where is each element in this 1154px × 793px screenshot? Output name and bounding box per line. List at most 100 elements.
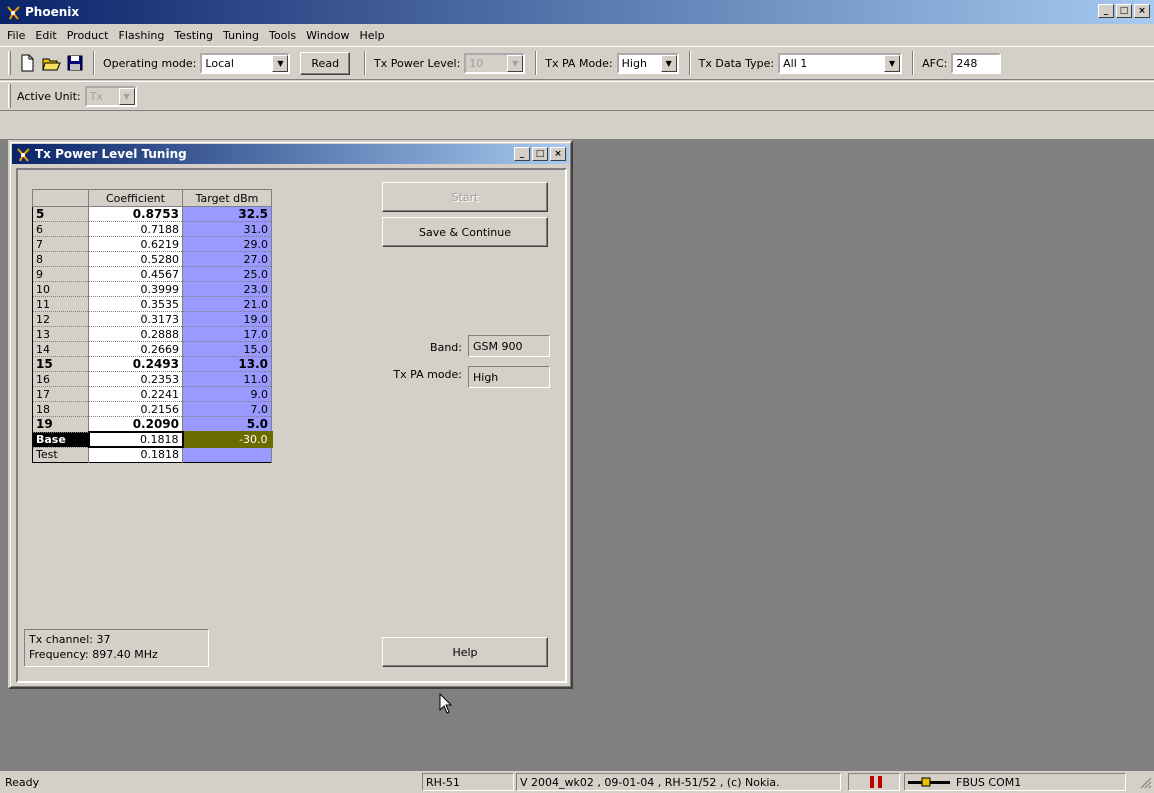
table-row[interactable]: 14 0.2669 15.0 — [32, 341, 272, 357]
coefficient-cell[interactable]: 0.2241 — [88, 386, 183, 402]
target-cell[interactable]: 17.0 — [182, 326, 272, 342]
coefficient-cell[interactable]: 0.2493 — [88, 356, 183, 372]
target-cell[interactable]: 19.0 — [182, 311, 272, 327]
help-button[interactable]: Help — [382, 637, 548, 667]
toolbar-separator — [688, 51, 691, 75]
read-button[interactable]: Read — [300, 51, 351, 75]
target-cell[interactable]: 9.0 — [182, 386, 272, 402]
table-row[interactable]: 13 0.2888 17.0 — [32, 326, 272, 342]
menu-file[interactable]: File — [2, 29, 30, 42]
table-row[interactable]: 8 0.5280 27.0 — [32, 251, 272, 267]
coefficient-cell[interactable]: 0.3999 — [88, 281, 183, 297]
coefficient-cell[interactable]: 0.3535 — [88, 296, 183, 312]
maximize-button[interactable]: □ — [1116, 4, 1132, 18]
save-disk-icon[interactable] — [65, 53, 85, 73]
coefficient-cell[interactable]: 0.2669 — [88, 341, 183, 357]
coefficient-cell[interactable]: 0.7188 — [88, 221, 183, 237]
power-level-table[interactable]: Coefficient Target dBm 5 0.8753 32.5 6 0.718… — [32, 189, 273, 463]
menu-window[interactable]: Window — [301, 29, 354, 42]
afc-input[interactable]: 248 — [951, 52, 1002, 74]
resize-grip-icon[interactable] — [1138, 775, 1152, 789]
table-row[interactable]: 7 0.6219 29.0 — [32, 236, 272, 252]
coefficient-cell[interactable]: 0.3173 — [88, 311, 183, 327]
table-row[interactable]: 9 0.4567 25.0 — [32, 266, 272, 282]
row-header: 17 — [32, 386, 89, 402]
coefficient-cell[interactable]: 0.2090 — [88, 416, 183, 433]
table-row[interactable]: 6 0.7188 31.0 — [32, 221, 272, 237]
tx-power-level-select[interactable]: 10 ▼ — [464, 52, 526, 74]
app-title-bar[interactable]: Phoenix _ □ × — [0, 0, 1154, 24]
target-cell[interactable]: 15.0 — [182, 341, 272, 357]
toolbar-grip[interactable] — [8, 51, 11, 75]
menu-product[interactable]: Product — [62, 29, 114, 42]
close-button[interactable]: × — [1134, 4, 1150, 18]
target-cell[interactable]: 13.0 — [182, 356, 272, 372]
operating-mode-select[interactable]: Local ▼ — [200, 52, 291, 74]
close-button[interactable]: × — [550, 147, 566, 161]
target-cell[interactable]: 31.0 — [182, 221, 272, 237]
minimize-button[interactable]: _ — [1098, 4, 1114, 18]
coefficient-cell[interactable]: 0.5280 — [88, 251, 183, 267]
save-continue-button[interactable]: Save & Continue — [382, 217, 548, 247]
start-button[interactable]: Start — [382, 182, 548, 212]
frequency-text: Frequency: 897.40 MHz — [29, 648, 158, 661]
coefficient-cell[interactable]: 0.1818 — [87, 431, 184, 448]
target-cell[interactable]: -30.0 — [181, 431, 273, 448]
table-row[interactable]: 19 0.2090 5.0 — [32, 416, 272, 433]
row-header: 12 — [32, 311, 89, 327]
maximize-button[interactable]: □ — [532, 147, 548, 161]
table-row[interactable]: 10 0.3999 23.0 — [32, 281, 272, 297]
tx-data-type-select[interactable]: All 1 ▼ — [778, 52, 903, 74]
coefficient-cell[interactable]: 0.2353 — [88, 371, 183, 387]
menu-tuning[interactable]: Tuning — [218, 29, 264, 42]
chevron-down-icon[interactable]: ▼ — [660, 54, 677, 72]
menu-help[interactable]: Help — [355, 29, 390, 42]
coefficient-cell[interactable]: 0.1818 — [88, 447, 183, 463]
table-row[interactable]: 18 0.2156 7.0 — [32, 401, 272, 417]
coefficient-cell[interactable]: 0.8753 — [88, 206, 183, 222]
new-file-icon[interactable] — [17, 53, 37, 73]
toolbar-separator — [93, 51, 95, 75]
target-cell[interactable]: 32.5 — [182, 206, 272, 222]
open-folder-icon[interactable] — [41, 53, 61, 73]
table-row[interactable]: 17 0.2241 9.0 — [32, 386, 272, 402]
chevron-down-icon[interactable]: ▼ — [884, 54, 901, 72]
table-row[interactable]: 16 0.2353 11.0 — [32, 371, 272, 387]
target-cell[interactable]: 21.0 — [182, 296, 272, 312]
coefficient-cell[interactable]: 0.6219 — [88, 236, 183, 252]
toolbar-grip[interactable] — [8, 84, 11, 108]
target-cell[interactable]: 25.0 — [182, 266, 272, 282]
menu-flashing[interactable]: Flashing — [114, 29, 170, 42]
target-cell[interactable]: 7.0 — [182, 401, 272, 417]
operating-mode-label: Operating mode: — [103, 56, 197, 70]
target-cell[interactable]: 23.0 — [182, 281, 272, 297]
menu-testing[interactable]: Testing — [169, 29, 218, 42]
minimize-button[interactable]: _ — [514, 147, 530, 161]
table-row[interactable]: 11 0.3535 21.0 — [32, 296, 272, 312]
active-unit-select[interactable]: Tx ▼ — [84, 85, 137, 107]
table-row[interactable]: 12 0.3173 19.0 — [32, 311, 272, 327]
tx-pa-mode-select[interactable]: High ▼ — [616, 52, 679, 74]
row-header: 16 — [32, 371, 89, 387]
channel-info-box: Tx channel: 37 Frequency: 897.40 MHz — [24, 629, 209, 667]
coefficient-cell[interactable]: 0.2888 — [88, 326, 183, 342]
table-row[interactable]: Base 0.1818 -30.0 — [32, 431, 273, 448]
menu-tools[interactable]: Tools — [264, 29, 301, 42]
table-row[interactable]: 5 0.8753 32.5 — [32, 206, 272, 222]
table-header-coefficient: Coefficient — [88, 189, 183, 207]
target-cell[interactable]: 27.0 — [182, 251, 272, 267]
target-cell[interactable]: 11.0 — [182, 371, 272, 387]
coefficient-cell[interactable]: 0.4567 — [88, 266, 183, 282]
table-row[interactable]: 15 0.2493 13.0 — [32, 356, 272, 372]
target-cell[interactable]: 29.0 — [182, 236, 272, 252]
menu-edit[interactable]: Edit — [30, 29, 61, 42]
target-cell[interactable]: 5.0 — [182, 416, 272, 433]
chevron-down-icon[interactable]: ▼ — [118, 87, 135, 105]
target-cell[interactable] — [182, 447, 272, 463]
child-title-bar[interactable]: Tx Power Level Tuning _ □ × — [12, 144, 569, 164]
coefficient-cell[interactable]: 0.2156 — [88, 401, 183, 417]
table-row[interactable]: Test 0.1818 — [32, 447, 272, 463]
active-unit-toolbar: Active Unit: Tx ▼ — [0, 81, 1154, 111]
chevron-down-icon[interactable]: ▼ — [272, 54, 289, 72]
chevron-down-icon[interactable]: ▼ — [507, 54, 524, 72]
